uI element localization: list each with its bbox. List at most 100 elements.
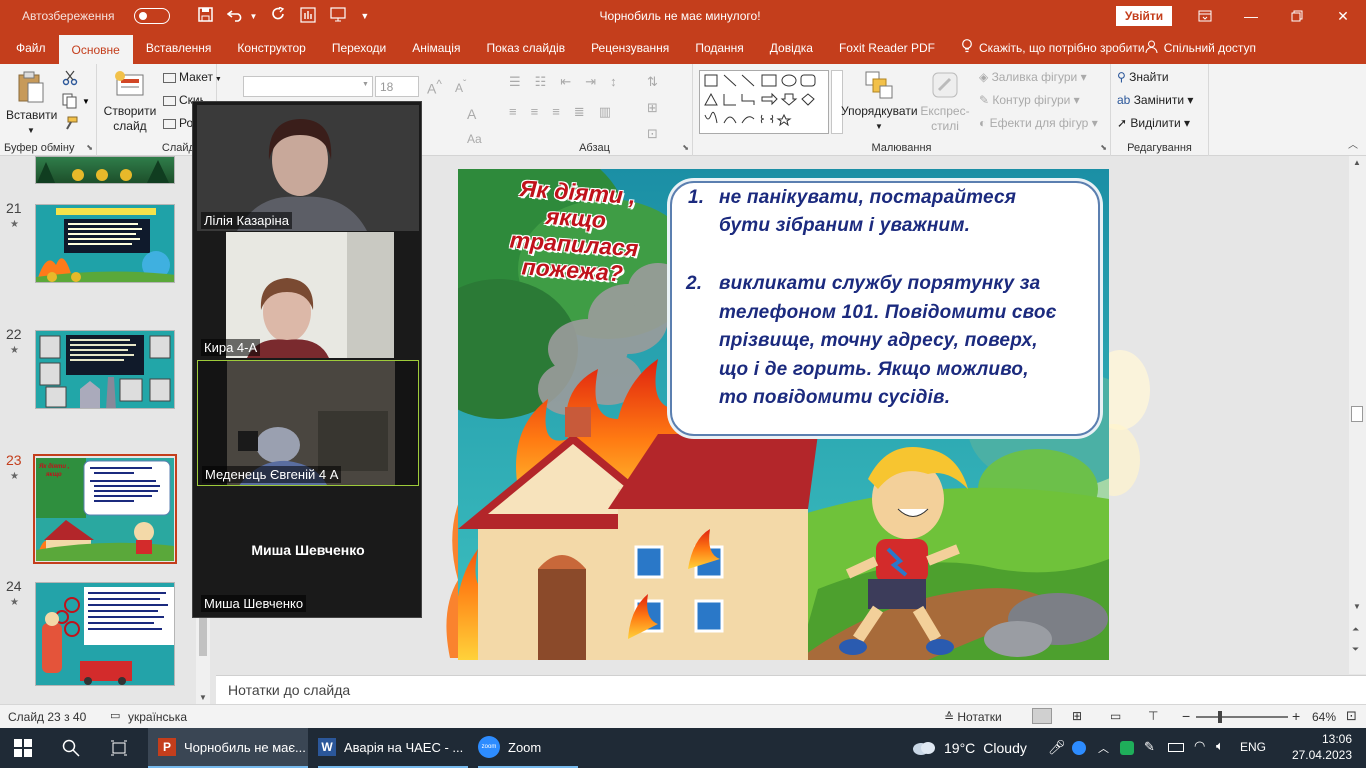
video-tile[interactable]: Кира 4-А	[197, 232, 419, 358]
notes-toggle[interactable]: ≙ Нотатки	[944, 710, 1002, 724]
columns-icon[interactable]: ▥	[599, 104, 611, 120]
language-status[interactable]: українська	[128, 710, 187, 724]
paste-button[interactable]: Вставити ▼	[6, 70, 57, 138]
align-right-icon[interactable]: ≡	[552, 104, 560, 120]
start-button[interactable]	[14, 728, 32, 768]
save-icon[interactable]	[198, 7, 214, 25]
search-button[interactable]	[62, 728, 80, 768]
chevron-up-icon[interactable]: ︿	[1098, 740, 1109, 756]
microphone-icon[interactable]: 🎤︎	[1048, 739, 1066, 756]
tab-design[interactable]: Конструктор	[224, 32, 318, 64]
shape-fill-button[interactable]: ◈ Заливка фігури ▾	[979, 70, 1087, 85]
align-text-icon[interactable]: ⊞	[647, 100, 658, 116]
chevron-down-icon[interactable]: ▼	[249, 12, 257, 21]
chevron-down-icon[interactable]: ▼	[362, 81, 369, 88]
smartart-icon[interactable]: ⊡	[647, 126, 658, 142]
justify-icon[interactable]: ≣	[574, 104, 585, 120]
fit-slide-icon[interactable]: ⊡	[1346, 708, 1357, 724]
tab-foxit[interactable]: Foxit Reader PDF	[826, 32, 948, 64]
font-size-input[interactable]: 18	[375, 76, 419, 97]
chevron-down-icon[interactable]: ▼	[82, 97, 90, 106]
taskbar-app-zoom[interactable]: zoom Zoom	[478, 728, 578, 768]
grow-font-icon[interactable]: A^	[427, 78, 442, 97]
video-tile-off[interactable]: Миша Шевченко Миша Шевченко	[197, 488, 419, 614]
replace-button[interactable]: ab Замінити ▾	[1117, 93, 1193, 108]
video-tile[interactable]: Лілія Казаріна	[197, 105, 419, 231]
zoom-tray-icon[interactable]	[1072, 741, 1086, 755]
zoom-slider-thumb[interactable]	[1218, 711, 1222, 723]
dialog-launcher-icon[interactable]: ⬊	[1100, 143, 1107, 152]
pen-tray-icon[interactable]: ✎	[1144, 739, 1155, 755]
arrange-button[interactable]: Упорядкувати ▼	[841, 70, 918, 134]
tab-insert[interactable]: Вставлення	[133, 32, 225, 64]
numbering-icon[interactable]: ☷	[535, 74, 547, 90]
slide-sorter-icon[interactable]: ⊞	[1072, 709, 1082, 723]
quick-styles-button[interactable]: Експрес-стилі	[915, 70, 975, 134]
volume-icon[interactable]: 🔈︎	[1216, 738, 1224, 754]
change-case-icon[interactable]: Aa	[467, 132, 482, 146]
tab-file[interactable]: Файл	[0, 32, 59, 64]
scrollbar-thumb[interactable]	[1351, 406, 1363, 422]
normal-view-icon[interactable]	[1032, 708, 1052, 724]
line-spacing-icon[interactable]: ↕	[610, 74, 617, 90]
text-direction-icon[interactable]: ⇅	[647, 74, 658, 90]
scroll-down-icon[interactable]: ▼	[199, 693, 207, 702]
close-icon[interactable]: ✕	[1320, 0, 1366, 32]
decrease-indent-icon[interactable]: ⇤	[560, 74, 571, 90]
slide-thumbnail-21[interactable]	[35, 204, 175, 283]
scroll-up-icon[interactable]: ▲	[1353, 158, 1361, 167]
previous-slide-icon[interactable]: ⏶	[1352, 624, 1359, 635]
notes-pane[interactable]: Нотатки до слайда	[216, 675, 1366, 704]
taskbar-app-word[interactable]: W Аварія на ЧАЕС - ...	[318, 728, 468, 768]
scroll-down-icon[interactable]: ▼	[1353, 602, 1361, 611]
minimize-icon[interactable]: —	[1228, 0, 1274, 32]
tab-help[interactable]: Довідка	[757, 32, 826, 64]
slide-thumbnail-24[interactable]	[35, 582, 175, 686]
tab-slideshow[interactable]: Показ слайдів	[473, 32, 578, 64]
font-color-icon[interactable]: A	[467, 106, 476, 122]
app-tray-icon[interactable]	[1120, 741, 1134, 755]
slide-thumbnail-23[interactable]: Як діяти , якщо	[36, 458, 174, 561]
increase-indent-icon[interactable]: ⇥	[585, 74, 596, 90]
shape-outline-button[interactable]: ✎ Контур фігури ▾	[979, 93, 1080, 108]
section-button[interactable]: Ро	[163, 116, 193, 131]
video-tile-active-speaker[interactable]: Меденець Євгеній 4 А	[197, 360, 419, 486]
cut-icon[interactable]	[62, 70, 78, 89]
tab-animations[interactable]: Анімація	[399, 32, 473, 64]
zoom-slider[interactable]	[1196, 711, 1288, 723]
wifi-icon[interactable]: ◠	[1194, 738, 1205, 754]
undo-icon[interactable]	[227, 8, 245, 25]
slide-thumbnail-20[interactable]	[35, 156, 175, 184]
sign-in-button[interactable]: Увійти	[1116, 6, 1172, 26]
customize-qat-icon[interactable]: ▼	[360, 11, 369, 21]
tab-view[interactable]: Подання	[682, 32, 756, 64]
redo-icon[interactable]	[271, 6, 286, 25]
dialog-launcher-icon[interactable]: ⬊	[86, 143, 93, 152]
tab-review[interactable]: Рецензування	[578, 32, 682, 64]
zoom-out-icon[interactable]: −	[1182, 708, 1190, 724]
shapes-gallery[interactable]	[699, 70, 829, 134]
zoom-in-icon[interactable]: +	[1292, 708, 1300, 724]
zoom-level[interactable]: 64%	[1312, 710, 1336, 724]
canvas-scrollbar[interactable]: ▲ ▼ ⏶ ⏷	[1349, 156, 1366, 674]
find-button[interactable]: ⚲ Знайти	[1117, 70, 1169, 85]
shape-effects-button[interactable]: ◐ Ефекти для фігур ▾	[979, 116, 1098, 131]
tab-home[interactable]: Основне	[58, 35, 133, 64]
tell-me-search[interactable]: Скажіть, що потрібно зробити	[948, 32, 1158, 64]
battery-icon[interactable]	[1168, 743, 1184, 752]
font-name-input[interactable]	[243, 76, 373, 97]
tab-transitions[interactable]: Переходи	[319, 32, 399, 64]
touch-mode-icon[interactable]	[300, 6, 316, 26]
spellcheck-icon[interactable]: ▭	[110, 709, 120, 722]
task-view-button[interactable]	[110, 728, 128, 768]
share-button[interactable]: Спільний доступ	[1145, 40, 1256, 56]
bullets-icon[interactable]: ☰	[509, 74, 521, 90]
reading-view-icon[interactable]: ▭	[1110, 709, 1121, 723]
slideshow-view-icon[interactable]: ⊤	[1148, 709, 1158, 723]
slideshow-icon[interactable]	[330, 7, 346, 25]
layout-button[interactable]: Макет ▼	[163, 70, 223, 87]
align-center-icon[interactable]: ≡	[531, 104, 539, 120]
clock[interactable]: 13:06 27.04.2023	[1290, 731, 1352, 763]
select-button[interactable]: ➚ Виділити ▾	[1117, 116, 1190, 131]
dialog-launcher-icon[interactable]: ⬊	[682, 143, 689, 152]
